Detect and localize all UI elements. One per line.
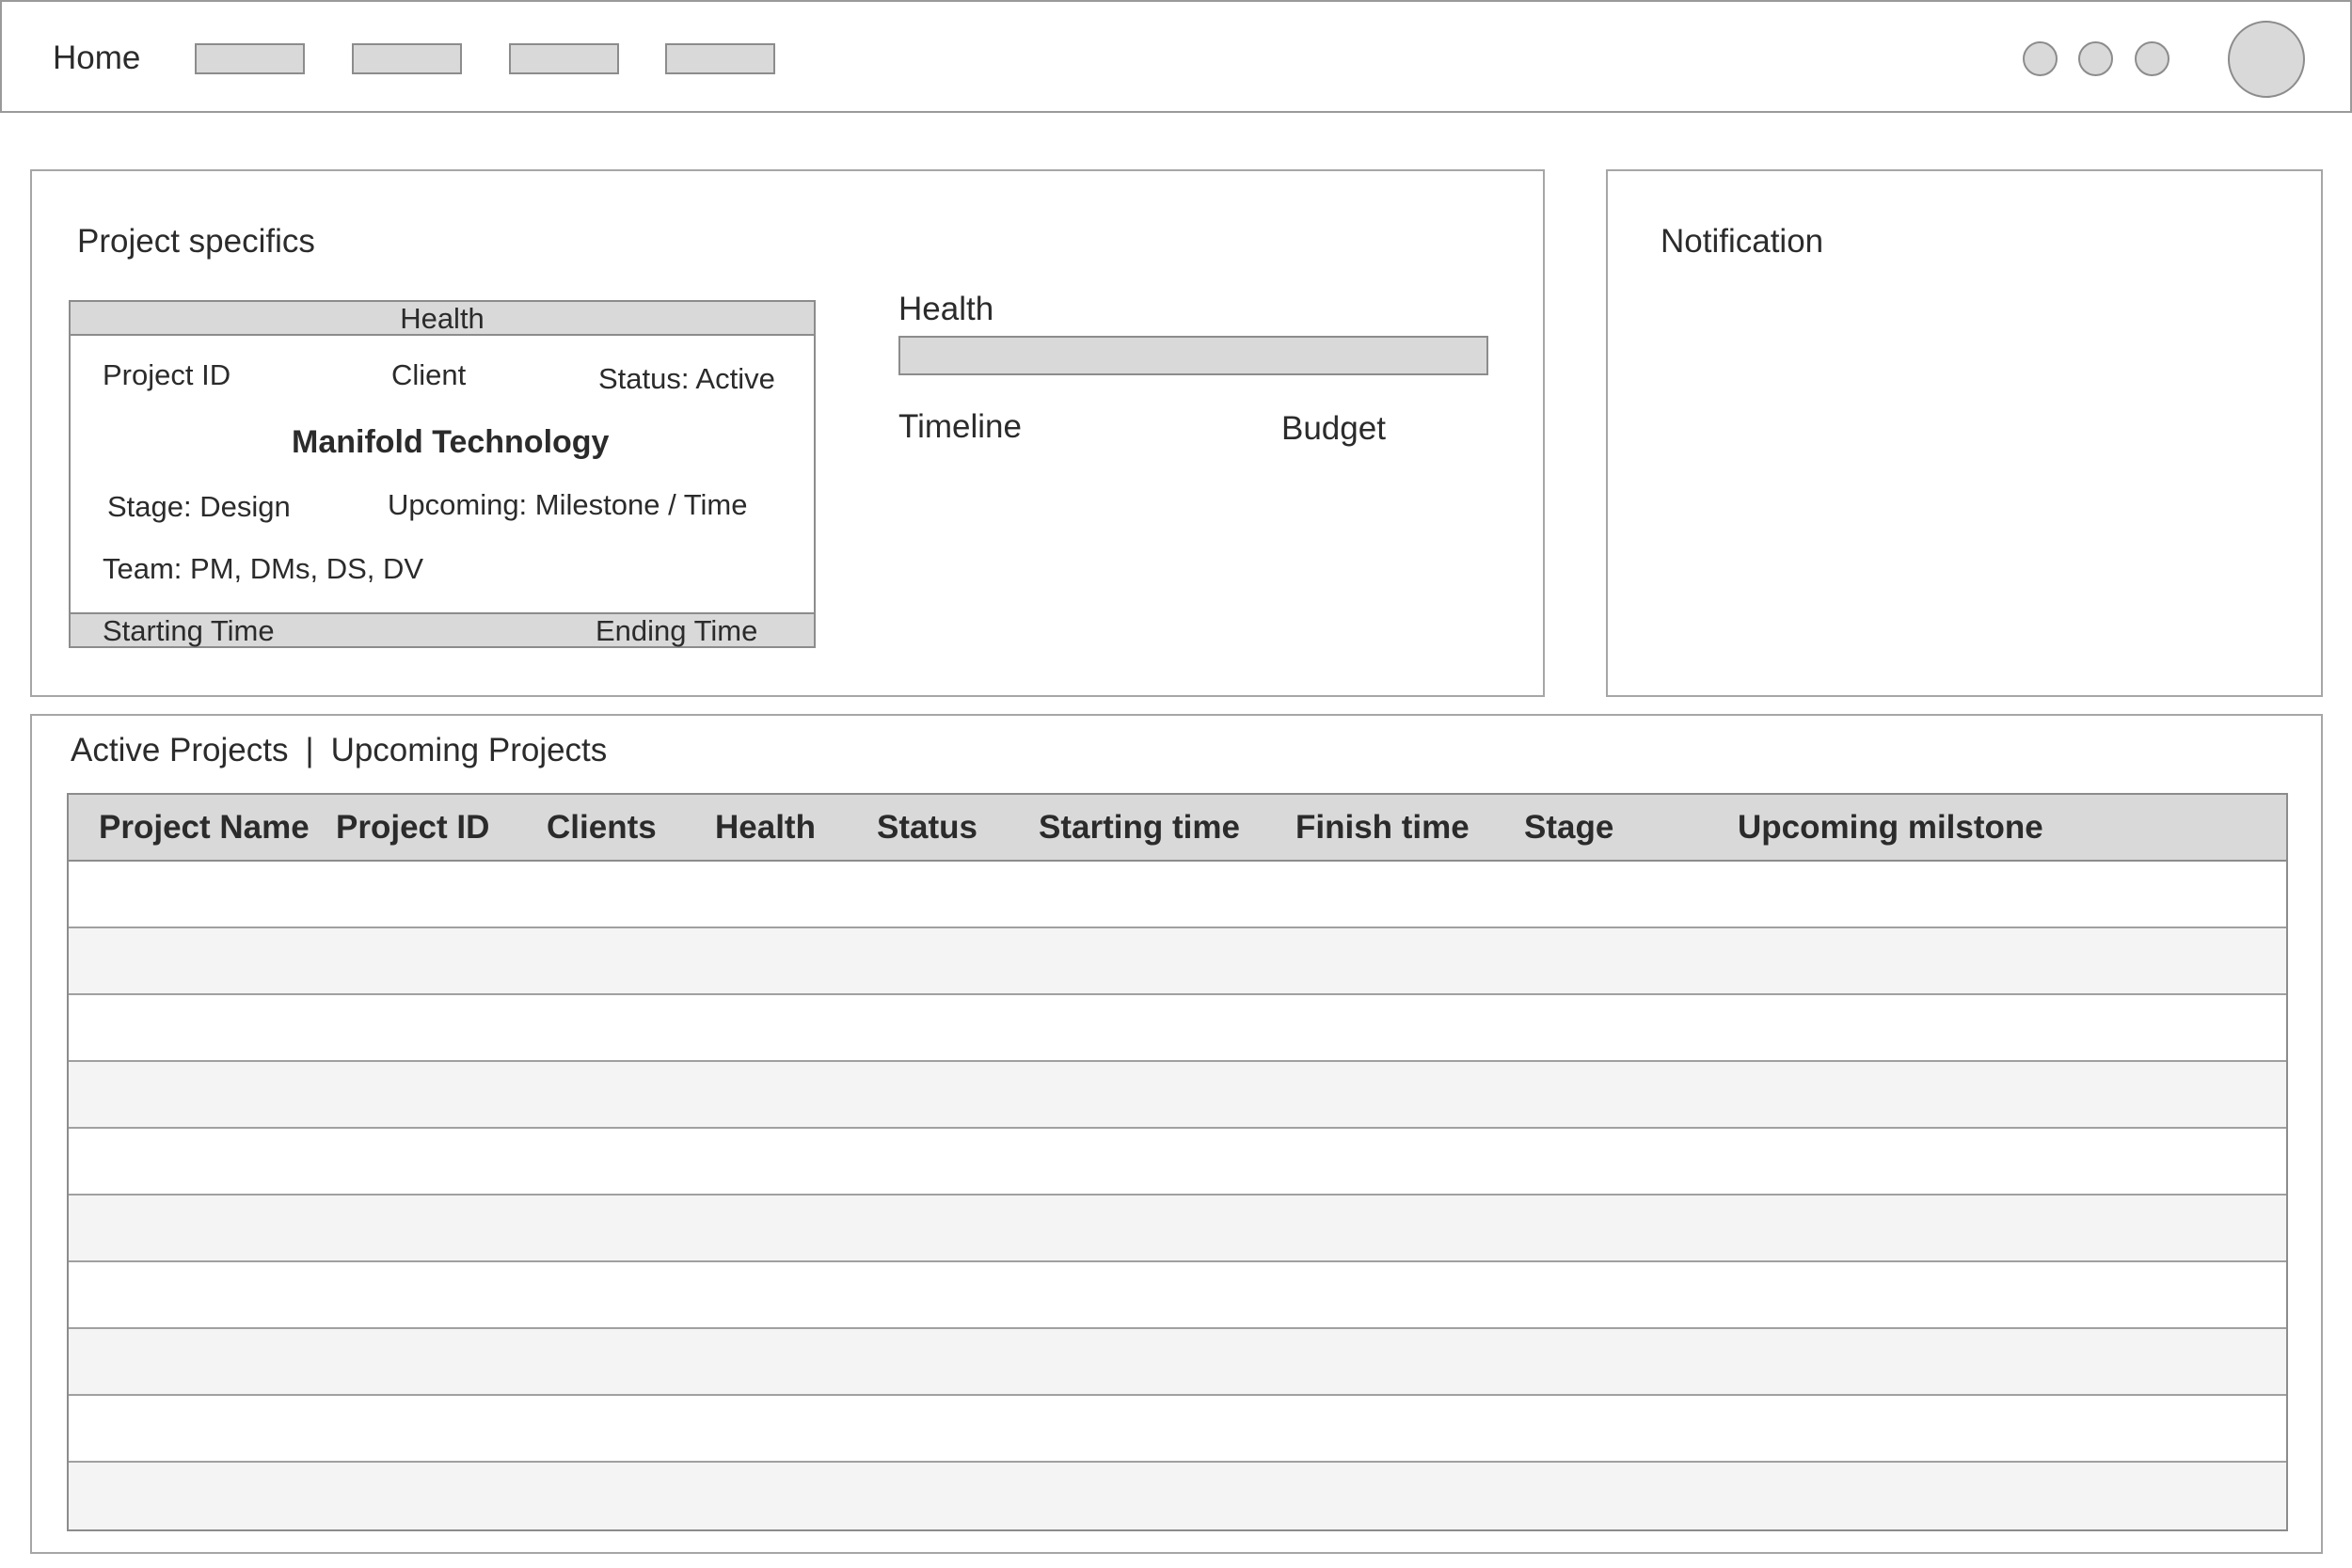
project-id-label: Project ID [103,358,231,391]
timeline-label[interactable]: Timeline [898,408,1022,446]
table-row[interactable] [69,1062,2286,1129]
project-tabs: Active Projects | Upcoming Projects [71,732,607,769]
nav-item-2[interactable] [352,43,462,74]
column-header-status[interactable]: Status [877,809,977,847]
budget-label[interactable]: Budget [1281,410,1386,448]
table-row[interactable] [69,928,2286,995]
nav-item-4[interactable] [665,43,775,74]
status-label: Status: Active [598,362,775,395]
project-specifics-title: Project specifics [77,223,315,260]
column-header-clients[interactable]: Clients [547,809,657,847]
client-name: Manifold Technology [292,424,610,460]
column-header-health[interactable]: Health [715,809,816,847]
user-avatar[interactable] [2228,21,2305,98]
table-row[interactable] [69,1329,2286,1396]
table-row[interactable] [69,1129,2286,1196]
tab-upcoming-projects[interactable]: Upcoming Projects [331,732,608,769]
column-header-starting-time[interactable]: Starting time [1039,809,1240,847]
project-summary-card[interactable]: Health Project ID Client Status: Active … [69,300,816,648]
column-header-upcoming-milestone[interactable]: Upcoming milstone [1738,809,2043,847]
column-header-stage[interactable]: Stage [1524,809,1613,847]
table-header: Project Name Project ID Clients Health S… [69,795,2286,862]
column-header-project-name[interactable]: Project Name [99,809,310,847]
client-label: Client [391,358,467,391]
starting-time-label: Starting Time [103,614,275,647]
tab-separator: | [305,732,314,768]
table-row[interactable] [69,862,2286,928]
ending-time-label: Ending Time [596,614,758,647]
card-health-header: Health [71,302,814,336]
table-row[interactable] [69,995,2286,1062]
card-time-footer: Starting Time Ending Time [71,612,814,647]
notification-title: Notification [1661,223,1824,260]
tab-active-projects[interactable]: Active Projects [71,732,288,769]
projects-table: Project Name Project ID Clients Health S… [67,793,2288,1531]
nav-item-1[interactable] [195,43,305,74]
table-row[interactable] [69,1396,2286,1463]
header-icon-2[interactable] [2078,41,2113,76]
top-nav-bar: Home [0,0,2352,113]
column-header-project-id[interactable]: Project ID [336,809,489,847]
team-label: Team: PM, DMs, DS, DV [103,552,424,585]
table-row[interactable] [69,1262,2286,1329]
health-label: Health [898,291,994,327]
upcoming-label: Upcoming: Milestone / Time [388,488,748,521]
nav-home-link[interactable]: Home [53,40,140,77]
header-icon-3[interactable] [2135,41,2169,76]
header-icon-1[interactable] [2023,41,2058,76]
table-row[interactable] [69,1196,2286,1262]
table-row[interactable] [69,1463,2286,1529]
health-progress-bar [898,336,1488,375]
stage-label: Stage: Design [107,490,291,523]
column-header-finish-time[interactable]: Finish time [1295,809,1470,847]
nav-item-3[interactable] [509,43,619,74]
